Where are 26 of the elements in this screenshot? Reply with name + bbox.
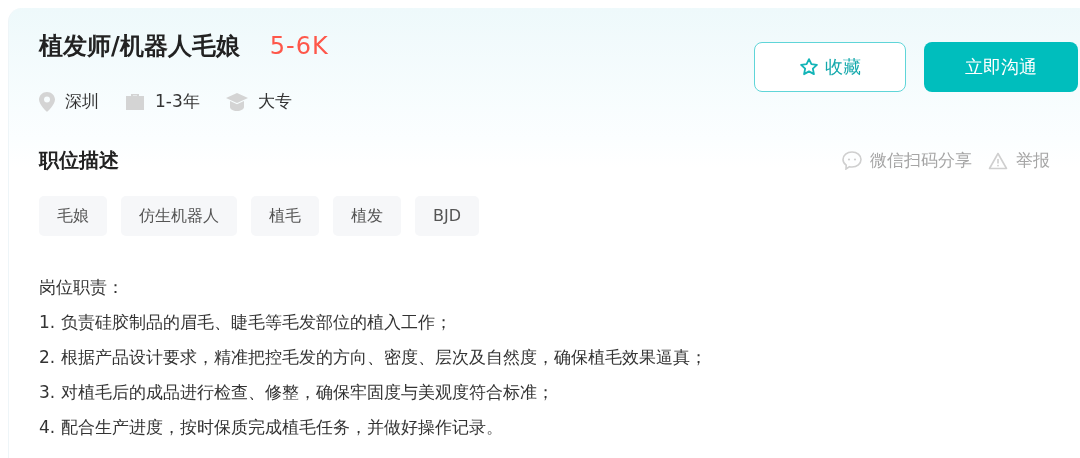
description-line: 岗位职责： (39, 276, 125, 299)
description-line: 2. 根据产品设计要求，精准把控毛发的方向、密度、层次及自然度，确保植毛效果逼真； (39, 346, 708, 369)
salary: 5-6K (269, 32, 329, 60)
graduation-cap-icon (225, 92, 248, 111)
job-title: 植发师/机器人毛娘 (39, 31, 240, 62)
report-link[interactable]: 举报 (988, 149, 1050, 172)
location-pin-icon (39, 91, 55, 112)
chat-bubble-icon (842, 151, 862, 170)
warning-icon (988, 151, 1008, 170)
tag: 毛娘 (39, 196, 107, 236)
briefcase-icon (125, 92, 145, 111)
tag: 植发 (333, 196, 401, 236)
star-icon (799, 57, 819, 77)
job-meta-text: 1-3年 (155, 90, 200, 113)
chat-now-button[interactable]: 立即沟通 (924, 42, 1078, 92)
share-link[interactable]: 微信扫码分享 (842, 149, 972, 172)
section-title: 职位描述 (39, 147, 119, 174)
job-meta-text: 大专 (257, 90, 292, 113)
description-line: 3. 对植毛后的成品进行检查、修整，确保牢固度与美观度符合标准； (39, 381, 555, 404)
tag: BJD (415, 196, 479, 236)
tag: 仿生机器人 (121, 196, 237, 236)
description-line: 1. 负责硅胶制品的眉毛、睫毛等毛发部位的植入工作； (39, 311, 453, 334)
description-line: 4. 配合生产进度，按时保质完成植毛任务，并做好操作记录。 (39, 416, 504, 439)
favorite-button[interactable]: 收藏 (754, 42, 906, 92)
tag: 植毛 (251, 196, 319, 236)
job-meta-text: 深圳 (65, 90, 99, 113)
